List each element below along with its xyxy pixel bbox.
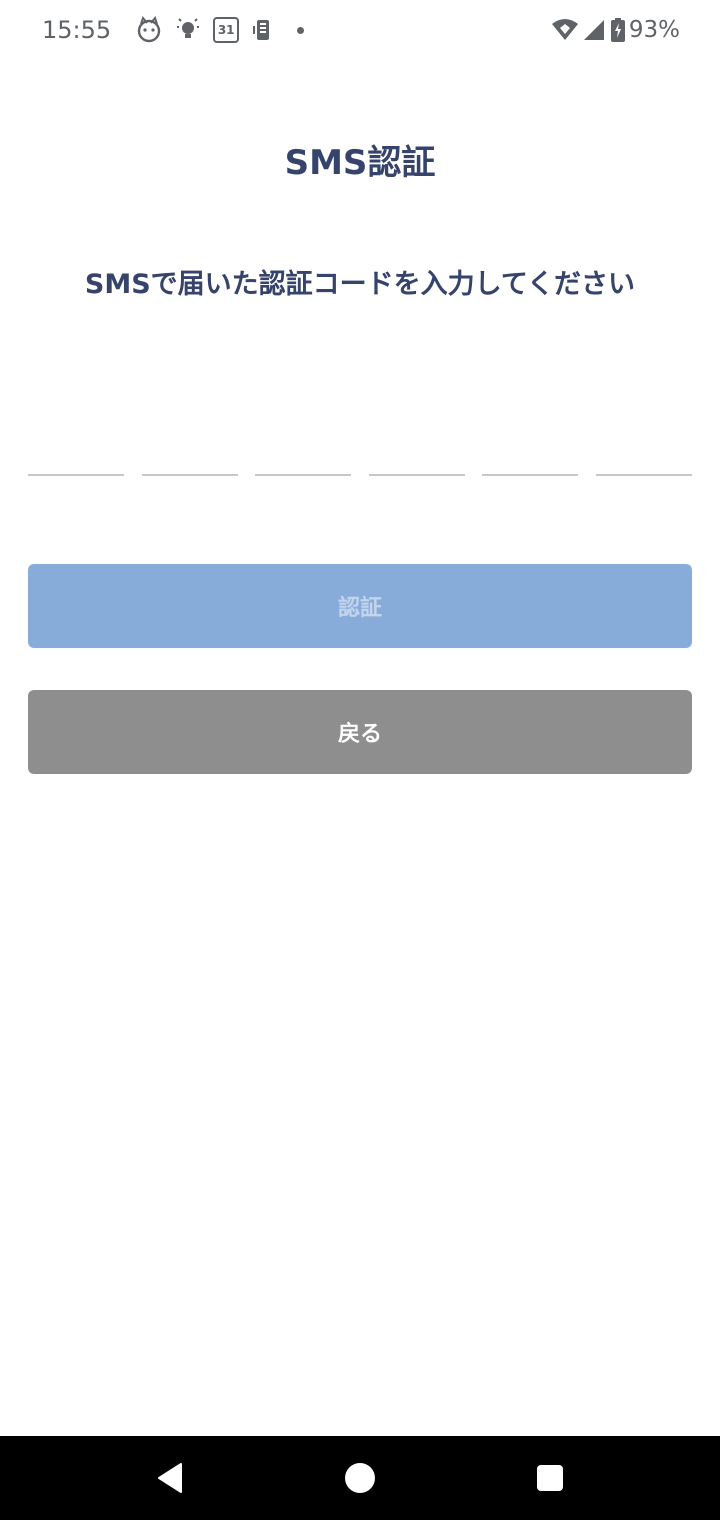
code-digit-1[interactable] — [28, 430, 124, 476]
battery-percent: 93% — [628, 17, 680, 43]
nav-recents-button[interactable] — [490, 1436, 610, 1520]
nav-back-button[interactable] — [110, 1436, 230, 1520]
back-button-label: 戻る — [337, 722, 382, 747]
back-triangle-icon — [158, 1463, 182, 1493]
status-bar: 15:55 31 93% — [0, 0, 720, 60]
bulb-icon — [177, 18, 200, 42]
calendar-icon: 31 — [213, 17, 240, 43]
code-digit-5[interactable] — [482, 430, 579, 476]
status-left: 15:55 31 — [42, 16, 305, 44]
dot-icon — [297, 26, 305, 34]
code-digit-2[interactable] — [141, 430, 238, 476]
phone-icon — [253, 18, 273, 42]
back-button[interactable]: 戻る — [28, 690, 692, 774]
status-time: 15:55 — [42, 16, 112, 44]
signal-icon — [583, 19, 605, 41]
code-digit-4[interactable] — [368, 430, 465, 476]
code-digit-3[interactable] — [255, 430, 352, 476]
recents-square-icon — [537, 1465, 563, 1491]
navigation-bar — [0, 1436, 720, 1520]
battery-icon — [610, 18, 625, 42]
nav-home-button[interactable] — [300, 1436, 420, 1520]
verify-button[interactable]: 認証 — [28, 564, 692, 648]
status-right: 93% — [537, 17, 680, 43]
wifi-icon — [551, 18, 579, 42]
cat-icon — [135, 16, 163, 44]
verification-code-input — [28, 430, 692, 476]
instruction-text: SMSで届いた認証コードを入力してください — [84, 269, 636, 300]
verify-button-label: 認証 — [337, 596, 382, 621]
page-title: SMS認証 — [284, 143, 436, 183]
home-circle-icon — [345, 1463, 375, 1493]
sms-verification-screen: 15:55 31 93% SMS認証 SMSで届いた認証コードを入力してください… — [0, 0, 720, 1520]
code-digit-6[interactable] — [595, 430, 692, 476]
